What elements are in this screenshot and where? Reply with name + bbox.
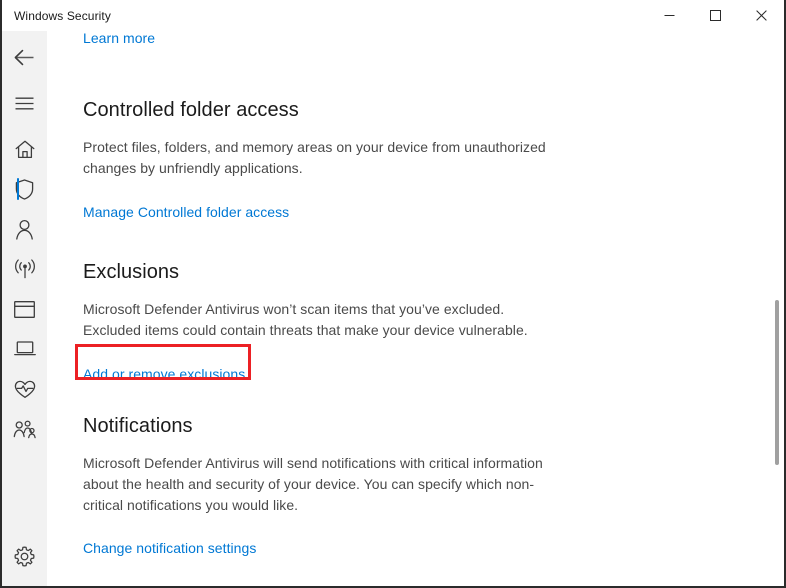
sidebar-item-settings[interactable] — [2, 536, 47, 576]
maximize-button[interactable] — [692, 0, 738, 31]
close-button[interactable] — [738, 0, 784, 31]
close-icon — [755, 10, 767, 21]
gear-icon — [14, 545, 35, 567]
sidebar-item-app-browser-control[interactable] — [2, 289, 47, 329]
sidebar-item-device-security[interactable] — [2, 329, 47, 369]
navigation-rail-bottom — [2, 536, 47, 576]
section-body: Protect files, folders, and memory areas… — [83, 139, 546, 176]
back-arrow-icon — [14, 49, 34, 65]
vertical-scrollbar[interactable] — [770, 31, 784, 586]
family-people-icon — [13, 420, 36, 438]
shield-icon — [15, 178, 34, 200]
wifi-signal-icon — [14, 259, 35, 279]
heart-pulse-icon — [14, 380, 35, 398]
maximize-icon — [709, 10, 721, 21]
manage-controlled-folder-access-link[interactable]: Manage Controlled folder access — [83, 202, 289, 222]
sidebar-item-family-options[interactable] — [2, 409, 47, 449]
app-window-icon — [14, 300, 35, 318]
navigation-rail — [2, 31, 47, 586]
caption-button-group — [646, 0, 784, 31]
title-bar: Windows Security — [2, 0, 784, 31]
hamburger-menu-button[interactable] — [2, 83, 47, 123]
scrollbar-thumb[interactable] — [775, 300, 779, 465]
sidebar-item-device-performance-health[interactable] — [2, 369, 47, 409]
window-title: Windows Security — [14, 8, 111, 23]
content-pane: Learn more Controlled folder access Prot… — [47, 31, 784, 586]
section-body: Microsoft Defender Antivirus will send n… — [83, 455, 543, 513]
windows-security-window: Windows Security Learn more Controlled f… — [0, 0, 786, 588]
laptop-icon — [13, 340, 36, 355]
minimize-button[interactable] — [646, 0, 692, 31]
sidebar-item-account-protection[interactable] — [2, 209, 47, 249]
section-notifications: Notifications Microsoft Defender Antivir… — [83, 413, 583, 558]
person-icon — [16, 219, 33, 240]
learn-more-link[interactable]: Learn more — [83, 31, 155, 48]
section-body: Microsoft Defender Antivirus won’t scan … — [83, 301, 528, 338]
section-title: Notifications — [83, 415, 193, 437]
section-title: Exclusions — [83, 261, 180, 283]
back-button[interactable] — [2, 37, 47, 77]
sidebar-item-home[interactable] — [2, 129, 47, 169]
section-exclusions: Exclusions Microsoft Defender Antivirus … — [83, 259, 553, 384]
section-controlled-folder-access: Controlled folder access Protect files, … — [83, 97, 583, 222]
section-title: Controlled folder access — [83, 99, 299, 121]
minimize-icon — [664, 15, 674, 16]
sidebar-item-firewall-network-protection[interactable] — [2, 249, 47, 289]
hamburger-menu-icon — [15, 97, 34, 109]
learn-more-row: Learn more — [83, 31, 155, 50]
add-or-remove-exclusions-link[interactable]: Add or remove exclusions — [83, 364, 245, 384]
change-notification-settings-link[interactable]: Change notification settings — [83, 538, 256, 558]
sidebar-item-virus-threat-protection[interactable] — [2, 169, 47, 209]
home-icon — [15, 140, 34, 158]
